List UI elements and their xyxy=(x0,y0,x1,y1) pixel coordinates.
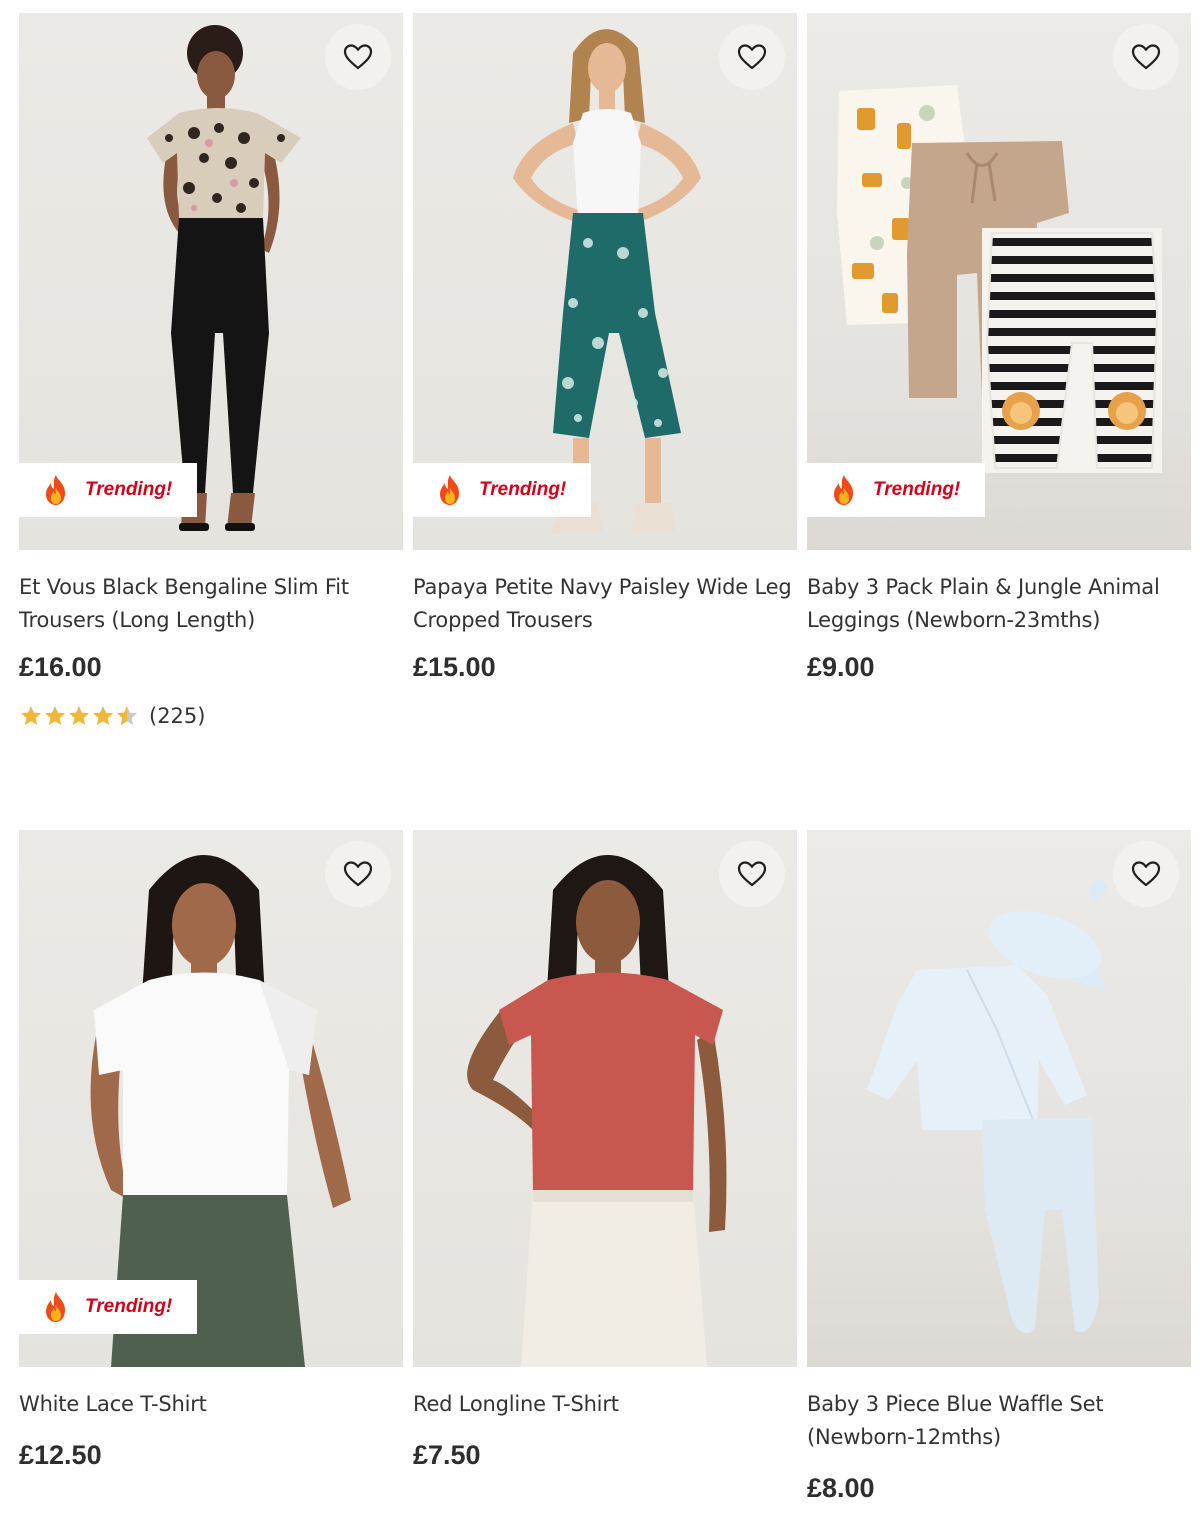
product-price: £7.50 xyxy=(413,1440,481,1470)
flame-icon xyxy=(46,1292,65,1322)
heart-outline-icon xyxy=(1131,861,1161,887)
product-image[interactable]: Trending! xyxy=(807,13,1191,550)
product-grid: Trending! Et Vous Black Bengaline Slim F… xyxy=(0,0,1200,1522)
model-photo xyxy=(467,855,727,1367)
product-card[interactable]: Baby 3 Piece Blue Waffle Set (Newborn-12… xyxy=(807,830,1191,1504)
product-title[interactable]: Baby 3 Pack Plain & Jungle Animal Leggin… xyxy=(807,571,1191,654)
product-title[interactable]: Et Vous Black Bengaline Slim Fit Trouser… xyxy=(19,571,403,654)
flame-icon xyxy=(834,475,853,505)
product-card[interactable]: Trending! Et Vous Black Bengaline Slim F… xyxy=(19,13,403,728)
product-image[interactable]: Trending! xyxy=(19,830,403,1367)
trending-label: Trending! xyxy=(85,1296,173,1317)
trending-badge: Trending! xyxy=(413,463,591,517)
trending-label: Trending! xyxy=(85,479,173,500)
star-rating xyxy=(19,704,139,728)
product-card[interactable]: Trending! Baby 3 Pack Plain & Jungle Ani… xyxy=(807,13,1191,683)
star-half-icon xyxy=(117,706,137,725)
heart-outline-icon xyxy=(343,44,373,70)
product-price: £15.00 xyxy=(413,652,496,682)
wishlist-button[interactable] xyxy=(719,24,785,90)
trending-badge: Trending! xyxy=(19,463,197,517)
product-title[interactable]: Papaya Petite Navy Paisley Wide Leg Crop… xyxy=(413,571,797,654)
star-full-icon xyxy=(93,706,113,725)
product-rating[interactable]: (225) xyxy=(19,704,403,728)
product-title[interactable]: Baby 3 Piece Blue Waffle Set (Newborn-12… xyxy=(807,1388,1191,1471)
wishlist-button[interactable] xyxy=(1113,841,1179,907)
trending-badge: Trending! xyxy=(807,463,985,517)
baby-set-photo xyxy=(867,878,1107,1334)
product-image[interactable]: Trending! xyxy=(19,13,403,550)
star-full-icon xyxy=(69,706,89,725)
product-price: £16.00 xyxy=(19,652,102,682)
heart-outline-icon xyxy=(737,44,767,70)
trending-badge: Trending! xyxy=(19,1280,197,1334)
product-title[interactable]: Red Longline T-Shirt xyxy=(413,1388,797,1438)
heart-outline-icon xyxy=(343,861,373,887)
wishlist-button[interactable] xyxy=(325,24,391,90)
star-full-icon xyxy=(45,706,65,725)
product-card[interactable]: Trending! White Lace T-Shirt £12.50 xyxy=(19,830,403,1471)
heart-outline-icon xyxy=(737,861,767,887)
product-price: £8.00 xyxy=(807,1473,875,1503)
wishlist-button[interactable] xyxy=(325,841,391,907)
product-image[interactable]: Trending! xyxy=(413,13,797,550)
review-count: (225) xyxy=(149,704,206,728)
product-image[interactable] xyxy=(413,830,797,1367)
product-title[interactable]: White Lace T-Shirt xyxy=(19,1388,403,1438)
star-full-icon xyxy=(21,706,41,725)
product-price: £9.00 xyxy=(807,652,875,682)
wishlist-button[interactable] xyxy=(1113,24,1179,90)
flame-icon xyxy=(440,475,459,505)
heart-outline-icon xyxy=(1131,44,1161,70)
product-card[interactable]: Trending! Papaya Petite Navy Paisley Wid… xyxy=(413,13,797,683)
trending-label: Trending! xyxy=(479,479,567,500)
product-image[interactable] xyxy=(807,830,1191,1367)
wishlist-button[interactable] xyxy=(719,841,785,907)
flame-icon xyxy=(46,475,65,505)
product-card[interactable]: Red Longline T-Shirt £7.50 xyxy=(413,830,797,1471)
product-price: £12.50 xyxy=(19,1440,102,1470)
trending-label: Trending! xyxy=(873,479,961,500)
